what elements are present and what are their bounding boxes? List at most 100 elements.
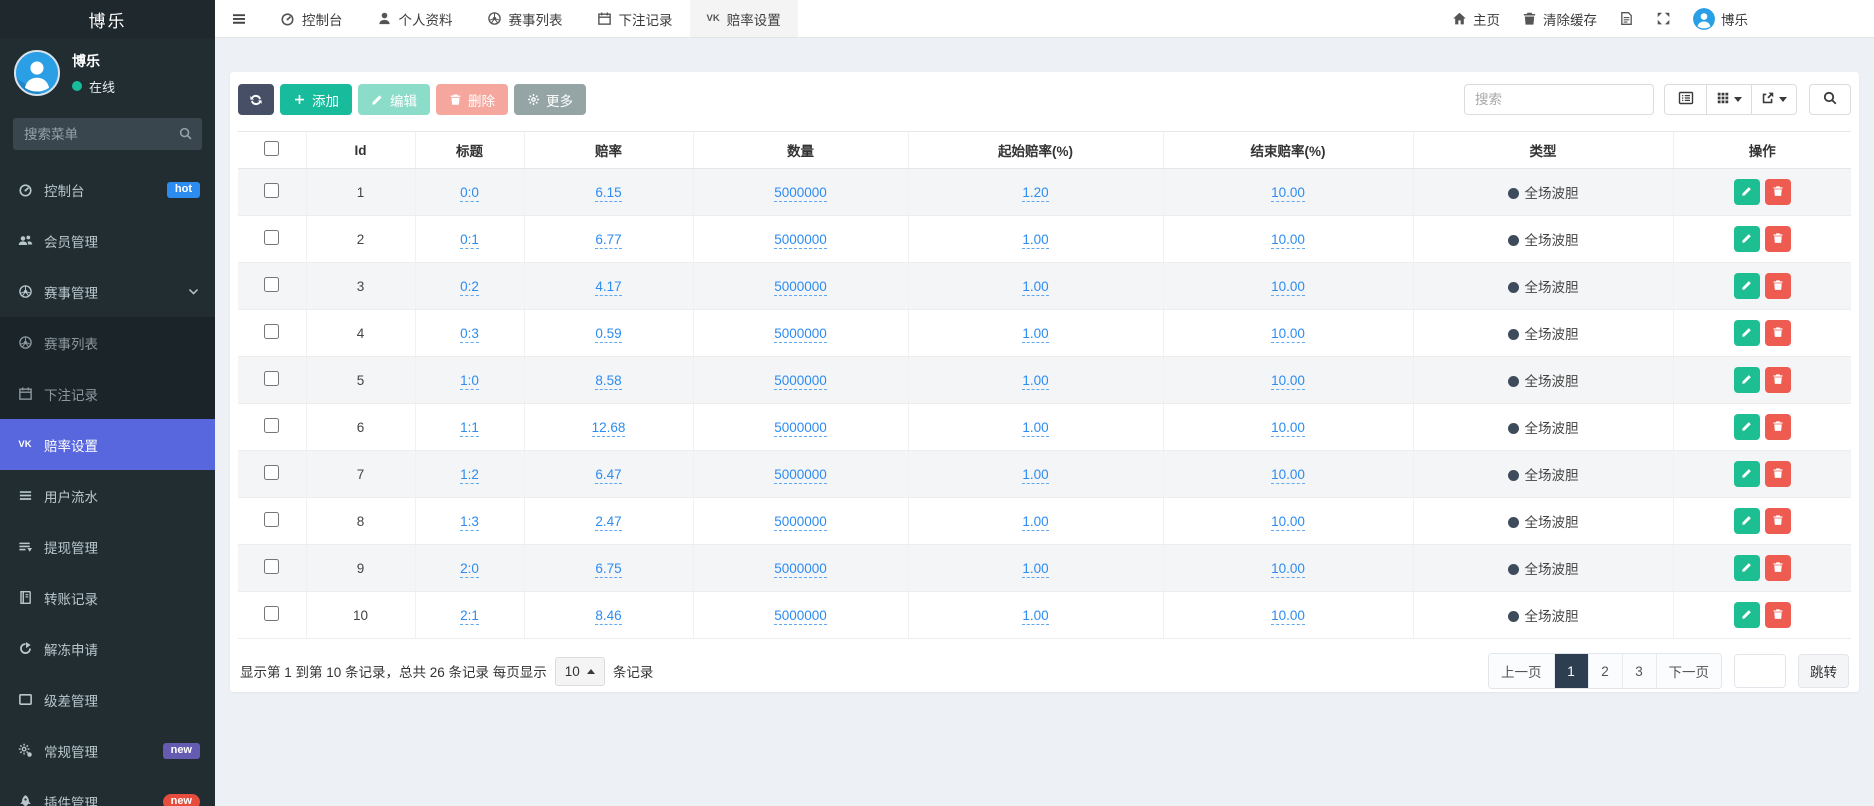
sidebar-item-general[interactable]: 常规管理new: [0, 725, 215, 776]
export-button[interactable]: [1751, 84, 1797, 115]
editable-end-odds[interactable]: 10.00: [1271, 232, 1305, 249]
sidebar-item-level[interactable]: 级差管理: [0, 674, 215, 725]
editable-quantity[interactable]: 5000000: [774, 326, 827, 343]
jump-page-input[interactable]: [1734, 654, 1786, 688]
row-checkbox[interactable]: [264, 606, 279, 621]
editable-start-odds[interactable]: 1.00: [1022, 373, 1048, 390]
row-delete-button[interactable]: [1765, 367, 1791, 393]
row-delete-button[interactable]: [1765, 555, 1791, 581]
editable-odds[interactable]: 8.46: [595, 608, 621, 625]
sidebar-search-input[interactable]: [13, 118, 202, 150]
row-edit-button[interactable]: [1734, 367, 1760, 393]
editable-odds[interactable]: 2.47: [595, 514, 621, 531]
more-button[interactable]: 更多: [514, 84, 586, 115]
editable-end-odds[interactable]: 10.00: [1271, 326, 1305, 343]
editable-title[interactable]: 0:0: [460, 185, 479, 202]
editable-end-odds[interactable]: 10.00: [1271, 373, 1305, 390]
editable-end-odds[interactable]: 10.00: [1271, 514, 1305, 531]
editable-odds[interactable]: 4.17: [595, 279, 621, 296]
row-edit-button[interactable]: [1734, 414, 1760, 440]
row-delete-button[interactable]: [1765, 320, 1791, 346]
editable-quantity[interactable]: 5000000: [774, 279, 827, 296]
row-edit-button[interactable]: [1734, 461, 1760, 487]
editable-quantity[interactable]: 5000000: [774, 185, 827, 202]
row-edit-button[interactable]: [1734, 508, 1760, 534]
sidebar-item-event-list[interactable]: 赛事列表: [0, 317, 215, 368]
editable-odds[interactable]: 12.68: [592, 420, 626, 437]
editable-end-odds[interactable]: 10.00: [1271, 467, 1305, 484]
columns-button[interactable]: [1706, 84, 1751, 115]
sidebar-item-odds[interactable]: VK赔率设置: [0, 419, 215, 470]
editable-title[interactable]: 0:1: [460, 232, 479, 249]
row-edit-button[interactable]: [1734, 179, 1760, 205]
row-checkbox[interactable]: [264, 371, 279, 386]
editable-start-odds[interactable]: 1.00: [1022, 420, 1048, 437]
sidebar-item-bet-log[interactable]: 下注记录: [0, 368, 215, 419]
row-delete-button[interactable]: [1765, 273, 1791, 299]
editable-title[interactable]: 1:3: [460, 514, 479, 531]
row-checkbox[interactable]: [264, 418, 279, 433]
editable-end-odds[interactable]: 10.00: [1271, 279, 1305, 296]
editable-start-odds[interactable]: 1.00: [1022, 467, 1048, 484]
row-checkbox[interactable]: [264, 277, 279, 292]
tab-event-list[interactable]: 赛事列表: [470, 0, 580, 37]
topbar-fullscreen[interactable]: [1645, 0, 1682, 37]
topbar-home[interactable]: 主页: [1441, 0, 1511, 37]
add-button[interactable]: 添加: [280, 84, 352, 115]
edit-button[interactable]: 编辑: [358, 84, 430, 115]
editable-title[interactable]: 1:1: [460, 420, 479, 437]
editable-quantity[interactable]: 5000000: [774, 420, 827, 437]
editable-end-odds[interactable]: 10.00: [1271, 608, 1305, 625]
editable-title[interactable]: 1:0: [460, 373, 479, 390]
pagination-page-1[interactable]: 1: [1555, 654, 1589, 688]
sidebar-item-unfreeze[interactable]: 解冻申请: [0, 623, 215, 674]
editable-odds[interactable]: 6.75: [595, 561, 621, 578]
editable-start-odds[interactable]: 1.20: [1022, 185, 1048, 202]
row-edit-button[interactable]: [1734, 555, 1760, 581]
editable-quantity[interactable]: 5000000: [774, 373, 827, 390]
sidebar-item-members[interactable]: 会员管理: [0, 215, 215, 266]
sidebar-item-events[interactable]: 赛事管理: [0, 266, 215, 317]
tab-profile[interactable]: 个人资料: [360, 0, 470, 37]
menu-toggle-button[interactable]: [215, 0, 263, 37]
editable-start-odds[interactable]: 1.00: [1022, 561, 1048, 578]
row-delete-button[interactable]: [1765, 179, 1791, 205]
editable-start-odds[interactable]: 1.00: [1022, 608, 1048, 625]
topbar-account[interactable]: 博乐: [1682, 0, 1759, 37]
editable-quantity[interactable]: 5000000: [774, 608, 827, 625]
row-checkbox[interactable]: [264, 512, 279, 527]
tab-odds[interactable]: VK赔率设置: [690, 0, 798, 37]
row-edit-button[interactable]: [1734, 602, 1760, 628]
editable-quantity[interactable]: 5000000: [774, 561, 827, 578]
editable-quantity[interactable]: 5000000: [774, 467, 827, 484]
toggle-view-button[interactable]: [1664, 84, 1706, 115]
pagination-page-3[interactable]: 3: [1623, 654, 1657, 688]
topbar-clear-cache[interactable]: 清除缓存: [1511, 0, 1608, 37]
editable-odds[interactable]: 0.59: [595, 326, 621, 343]
sidebar-item-withdraw[interactable]: 提现管理: [0, 521, 215, 572]
row-edit-button[interactable]: [1734, 226, 1760, 252]
editable-title[interactable]: 2:1: [460, 608, 479, 625]
row-edit-button[interactable]: [1734, 273, 1760, 299]
row-delete-button[interactable]: [1765, 508, 1791, 534]
pagination-prev[interactable]: 上一页: [1489, 654, 1555, 688]
sidebar-item-transfer[interactable]: 转账记录: [0, 572, 215, 623]
row-checkbox[interactable]: [264, 324, 279, 339]
sidebar-item-console[interactable]: 控制台hot: [0, 164, 215, 215]
search-button[interactable]: [1809, 84, 1851, 115]
editable-odds[interactable]: 6.15: [595, 185, 621, 202]
tab-bet-log[interactable]: 下注记录: [580, 0, 690, 37]
editable-end-odds[interactable]: 10.00: [1271, 420, 1305, 437]
editable-start-odds[interactable]: 1.00: [1022, 279, 1048, 296]
editable-quantity[interactable]: 5000000: [774, 232, 827, 249]
editable-odds[interactable]: 6.47: [595, 467, 621, 484]
delete-button[interactable]: 删除: [436, 84, 508, 115]
editable-title[interactable]: 1:2: [460, 467, 479, 484]
editable-start-odds[interactable]: 1.00: [1022, 326, 1048, 343]
sidebar-item-user-flow[interactable]: 用户流水: [0, 470, 215, 521]
sidebar-item-plugins[interactable]: 插件管理new: [0, 776, 215, 806]
editable-start-odds[interactable]: 1.00: [1022, 232, 1048, 249]
jump-button[interactable]: 跳转: [1798, 654, 1849, 688]
tab-console[interactable]: 控制台: [263, 0, 360, 37]
row-edit-button[interactable]: [1734, 320, 1760, 346]
